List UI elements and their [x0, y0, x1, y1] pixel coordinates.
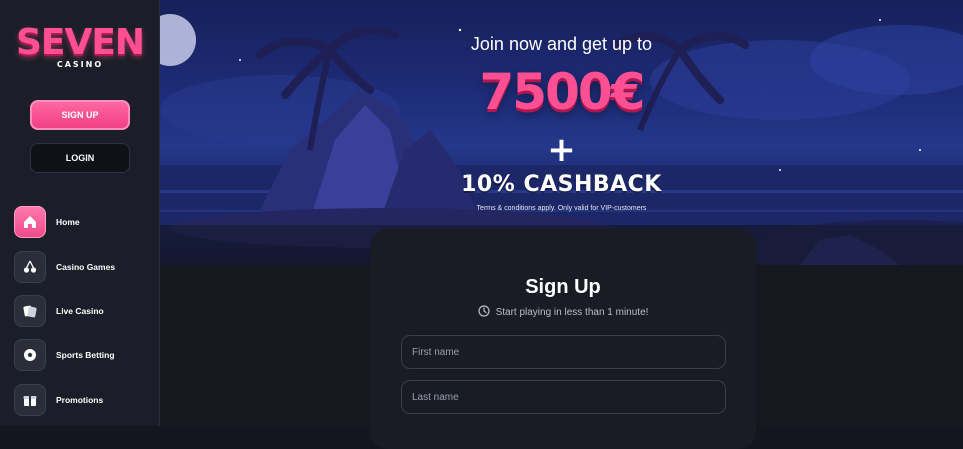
- signup-title: Sign Up: [525, 276, 601, 298]
- promo-amount: 7500€: [479, 63, 646, 121]
- soccer-ball-icon: [14, 339, 46, 371]
- sidebar-item-home[interactable]: Home: [14, 205, 154, 239]
- sidebar-item-label: Promotions: [56, 395, 104, 405]
- sidebar-item-promotions[interactable]: Promotions: [14, 383, 154, 417]
- signup-subtitle-text: Start playing in less than 1 minute!: [495, 307, 649, 318]
- first-name-input[interactable]: [401, 335, 726, 369]
- sidebar: SEVEN CASINO SIGN UP LOGIN Home Casino G…: [0, 0, 160, 426]
- sidebar-item-label: Casino Games: [56, 262, 116, 272]
- gift-icon: [14, 384, 46, 416]
- signup-subtitle: Start playing in less than 1 minute!: [370, 305, 756, 320]
- cards-icon: [14, 295, 46, 327]
- sidebar-item-label: Live Casino: [56, 306, 104, 316]
- clock-icon: [477, 305, 490, 320]
- sidebar-item-casino-games[interactable]: Casino Games: [14, 250, 154, 284]
- logo-title: SEVEN: [15, 22, 145, 63]
- sidebar-item-label: Sports Betting: [56, 350, 115, 360]
- home-icon: [14, 206, 46, 238]
- sidebar-item-sports-betting[interactable]: Sports Betting: [14, 338, 154, 372]
- sidebar-item-live-casino[interactable]: Live Casino: [14, 294, 154, 328]
- logo[interactable]: SEVEN CASINO: [14, 24, 146, 74]
- sidebar-signup-button[interactable]: SIGN UP: [30, 100, 130, 130]
- sidebar-item-label: Home: [56, 217, 80, 227]
- sidebar-login-button[interactable]: LOGIN: [30, 143, 130, 173]
- last-name-input[interactable]: [401, 380, 726, 414]
- cherries-icon: [14, 251, 46, 283]
- promo-terms: Terms & conditions apply. Only valid for…: [476, 205, 647, 212]
- promo-headline: Join now and get up to: [470, 34, 653, 54]
- promo-plus: +: [547, 130, 576, 170]
- promo-cashback: 10% CASHBACK: [461, 172, 662, 197]
